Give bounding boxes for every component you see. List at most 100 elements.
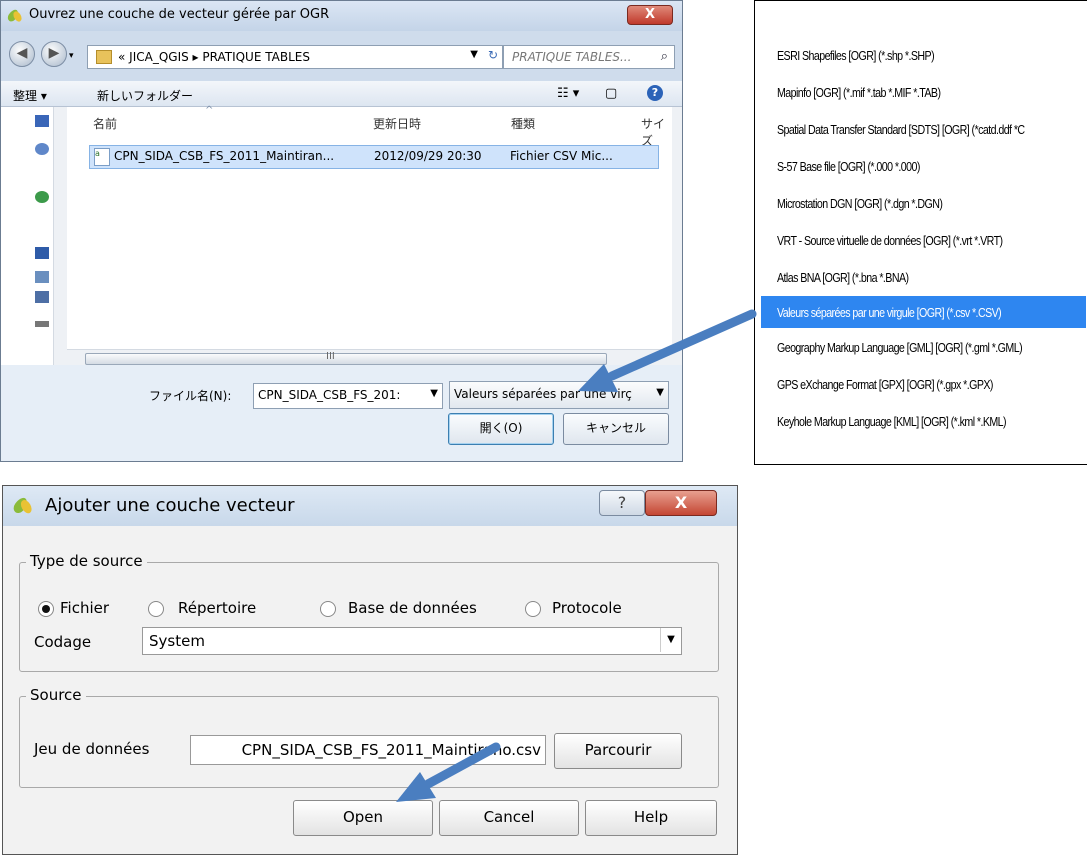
browse-button[interactable]: Parcourir	[554, 733, 682, 769]
cancel-button[interactable]: キャンセル	[563, 413, 669, 445]
cancel-button[interactable]: Cancel	[439, 800, 579, 836]
dataset-label: Jeu de données	[34, 740, 150, 758]
radio-label[interactable]: Protocole	[552, 599, 622, 617]
list-item[interactable]: S-57 Base file [OGR] (*.000 *.000)	[777, 151, 1039, 182]
chevron-down-icon[interactable]: ▼	[430, 388, 438, 399]
search-input[interactable]: PRATIQUE TABLES... ⌕	[503, 45, 675, 69]
source-type-group: Type de source Fichier Répertoire Base d…	[19, 552, 719, 672]
back-arrow-icon: ◀	[16, 45, 28, 61]
column-header-date[interactable]: 更新日時	[373, 115, 421, 132]
list-item[interactable]: Keyhole Markup Language [KML] [OGR] (*.k…	[777, 406, 1039, 437]
list-item[interactable]: Geography Markup Language [GML] [OGR] (*…	[777, 332, 1039, 363]
forward-arrow-icon: ▶	[48, 45, 60, 61]
close-button[interactable]: X	[627, 5, 673, 25]
network-icon[interactable]	[35, 291, 49, 303]
dialog-title: Ajouter une couche vecteur	[45, 495, 295, 516]
list-item[interactable]: Microstation DGN [OGR] (*.dgn *.DGN)	[777, 188, 1039, 219]
open-button[interactable]: Open	[293, 800, 433, 836]
dialog-titlebar: Ajouter une couche vecteur ? X	[3, 486, 737, 526]
file-type-list: ESRI Shapefiles [OGR] (*.shp *.SHP) Mapi…	[754, 0, 1087, 465]
refresh-icon[interactable]: ↻	[488, 48, 498, 62]
help-icon[interactable]: ?	[647, 85, 663, 101]
file-name: CPN_SIDA_CSB_FS_2011_Maintiran...	[114, 149, 335, 163]
dialog-title: Ouvrez une couche de vecteur gérée par O…	[29, 7, 330, 22]
radio-base-de-donnees[interactable]	[320, 601, 336, 617]
encoding-value: System	[149, 632, 205, 650]
filename-value: CPN_SIDA_CSB_FS_201:	[258, 388, 401, 402]
list-item[interactable]: Mapinfo [OGR] (*.mif *.tab *.MIF *.TAB)	[777, 77, 1039, 108]
radio-protocole[interactable]	[525, 601, 541, 617]
help-button[interactable]: Help	[585, 800, 717, 836]
open-button[interactable]: 開く(O)	[448, 413, 554, 445]
table-row[interactable]: a CPN_SIDA_CSB_FS_2011_Maintiran... 2012…	[89, 145, 659, 169]
column-header-type[interactable]: 種類	[511, 115, 535, 132]
computer-icon[interactable]	[35, 115, 49, 127]
filename-label: ファイル名(N):	[149, 389, 232, 403]
list-item[interactable]: Spatial Data Transfer Standard [SDTS] [O…	[777, 114, 1039, 145]
list-item[interactable]: Atlas BNA [OGR] (*.bna *.BNA)	[777, 262, 1039, 293]
radio-label[interactable]: Répertoire	[178, 599, 256, 617]
new-folder-button[interactable]: 新しいフォルダー	[97, 87, 193, 104]
dialog-toolbar: 整理 ▾ 新しいフォルダー ☷ ▾ ▢ ?	[1, 81, 682, 107]
chevron-down-icon[interactable]: ▼	[660, 628, 681, 652]
qgis-logo-icon	[13, 496, 34, 517]
computer-drive-icon[interactable]	[35, 247, 49, 259]
file-date: 2012/09/29 20:30	[374, 149, 482, 163]
dataset-value: CPN_SIDA_CSB_FS_2011_Maintirano.csv	[241, 741, 541, 759]
pane-scrollbar[interactable]	[53, 107, 67, 369]
group-title: Type de source	[26, 552, 147, 570]
breadcrumb[interactable]: « JICA_QGIS ▸ PRATIQUE TABLES	[118, 50, 310, 64]
list-item[interactable]: ESRI Shapefiles [OGR] (*.shp *.SHP)	[777, 40, 1039, 71]
group-title: Source	[26, 686, 86, 704]
folder-icon	[96, 50, 112, 64]
dataset-input[interactable]: CPN_SIDA_CSB_FS_2011_Maintirano.csv	[190, 735, 546, 765]
search-placeholder: PRATIQUE TABLES...	[512, 50, 632, 64]
disk-icon[interactable]	[35, 271, 49, 283]
radio-fichier[interactable]	[38, 601, 54, 617]
organize-menu[interactable]: 整理 ▾	[13, 87, 47, 104]
csv-file-icon: a	[94, 148, 110, 166]
radio-label[interactable]: Fichier	[60, 599, 109, 617]
address-bar[interactable]: « JICA_QGIS ▸ PRATIQUE TABLES ▼ ↻	[87, 45, 503, 69]
homegroup-icon[interactable]	[35, 191, 49, 203]
close-button[interactable]: X	[645, 490, 717, 516]
add-vector-layer-dialog: Ajouter une couche vecteur ? X Type de s…	[2, 485, 738, 855]
encoding-label: Codage	[34, 633, 92, 651]
qgis-logo-icon	[7, 8, 23, 24]
dialog-titlebar: Ouvrez une couche de vecteur gérée par O…	[1, 1, 682, 31]
file-type: Fichier CSV Mic...	[510, 149, 613, 163]
radio-label[interactable]: Base de données	[348, 599, 477, 617]
filename-input[interactable]: CPN_SIDA_CSB_FS_201: ▼	[253, 383, 443, 409]
help-button[interactable]: ?	[599, 490, 645, 516]
radio-repertoire[interactable]	[148, 601, 164, 617]
back-button[interactable]: ◀	[9, 41, 35, 67]
column-header-size[interactable]: サイズ	[641, 115, 672, 149]
history-dropdown-icon[interactable]: ▾	[69, 51, 74, 61]
navigation-bar: ◀ ▶ ▾ « JICA_QGIS ▸ PRATIQUE TABLES ▼ ↻ …	[1, 31, 682, 81]
navigation-pane	[1, 107, 67, 369]
column-header-name[interactable]: 名前	[93, 115, 117, 132]
filetype-value: Valeurs séparées par une virç	[454, 387, 632, 401]
music-icon[interactable]	[35, 143, 49, 155]
forward-button[interactable]: ▶	[41, 41, 67, 67]
encoding-select[interactable]: System ▼	[142, 627, 682, 655]
list-item-selected[interactable]: Valeurs séparées par une virgule [OGR] (…	[777, 297, 1039, 328]
file-open-dialog: Ouvrez une couche de vecteur gérée par O…	[0, 0, 683, 462]
preview-pane-icon[interactable]: ▢	[605, 86, 617, 101]
horizontal-scrollbar[interactable]: III	[67, 349, 682, 365]
scroll-thumb[interactable]: III	[85, 351, 607, 365]
file-list: 名前 ^ 更新日時 種類 サイズ a CPN_SIDA_CSB_FS_2011_…	[67, 105, 672, 349]
list-item[interactable]: GPS eXchange Format [GPX] [OGR] (*.gpx *…	[777, 369, 1039, 400]
scroll-grip: III	[326, 351, 335, 362]
view-options-icon[interactable]: ☷ ▾	[557, 86, 579, 101]
dialog-footer: ファイル名(N): CPN_SIDA_CSB_FS_201: ▼ Valeurs…	[1, 365, 682, 461]
filetype-select[interactable]: Valeurs séparées par une virç ▼	[449, 381, 669, 409]
search-icon[interactable]: ⌕	[661, 49, 668, 64]
list-item[interactable]: VRT - Source virtuelle de données [OGR] …	[777, 225, 1039, 256]
address-dropdown-icon[interactable]: ▼	[470, 49, 478, 60]
chevron-down-icon[interactable]: ▼	[656, 387, 664, 398]
drive-icon[interactable]	[35, 321, 49, 327]
source-group: Source Jeu de données CPN_SIDA_CSB_FS_20…	[19, 686, 719, 788]
sort-arrow-icon: ^	[205, 105, 214, 116]
vertical-scrollbar[interactable]	[672, 107, 682, 349]
